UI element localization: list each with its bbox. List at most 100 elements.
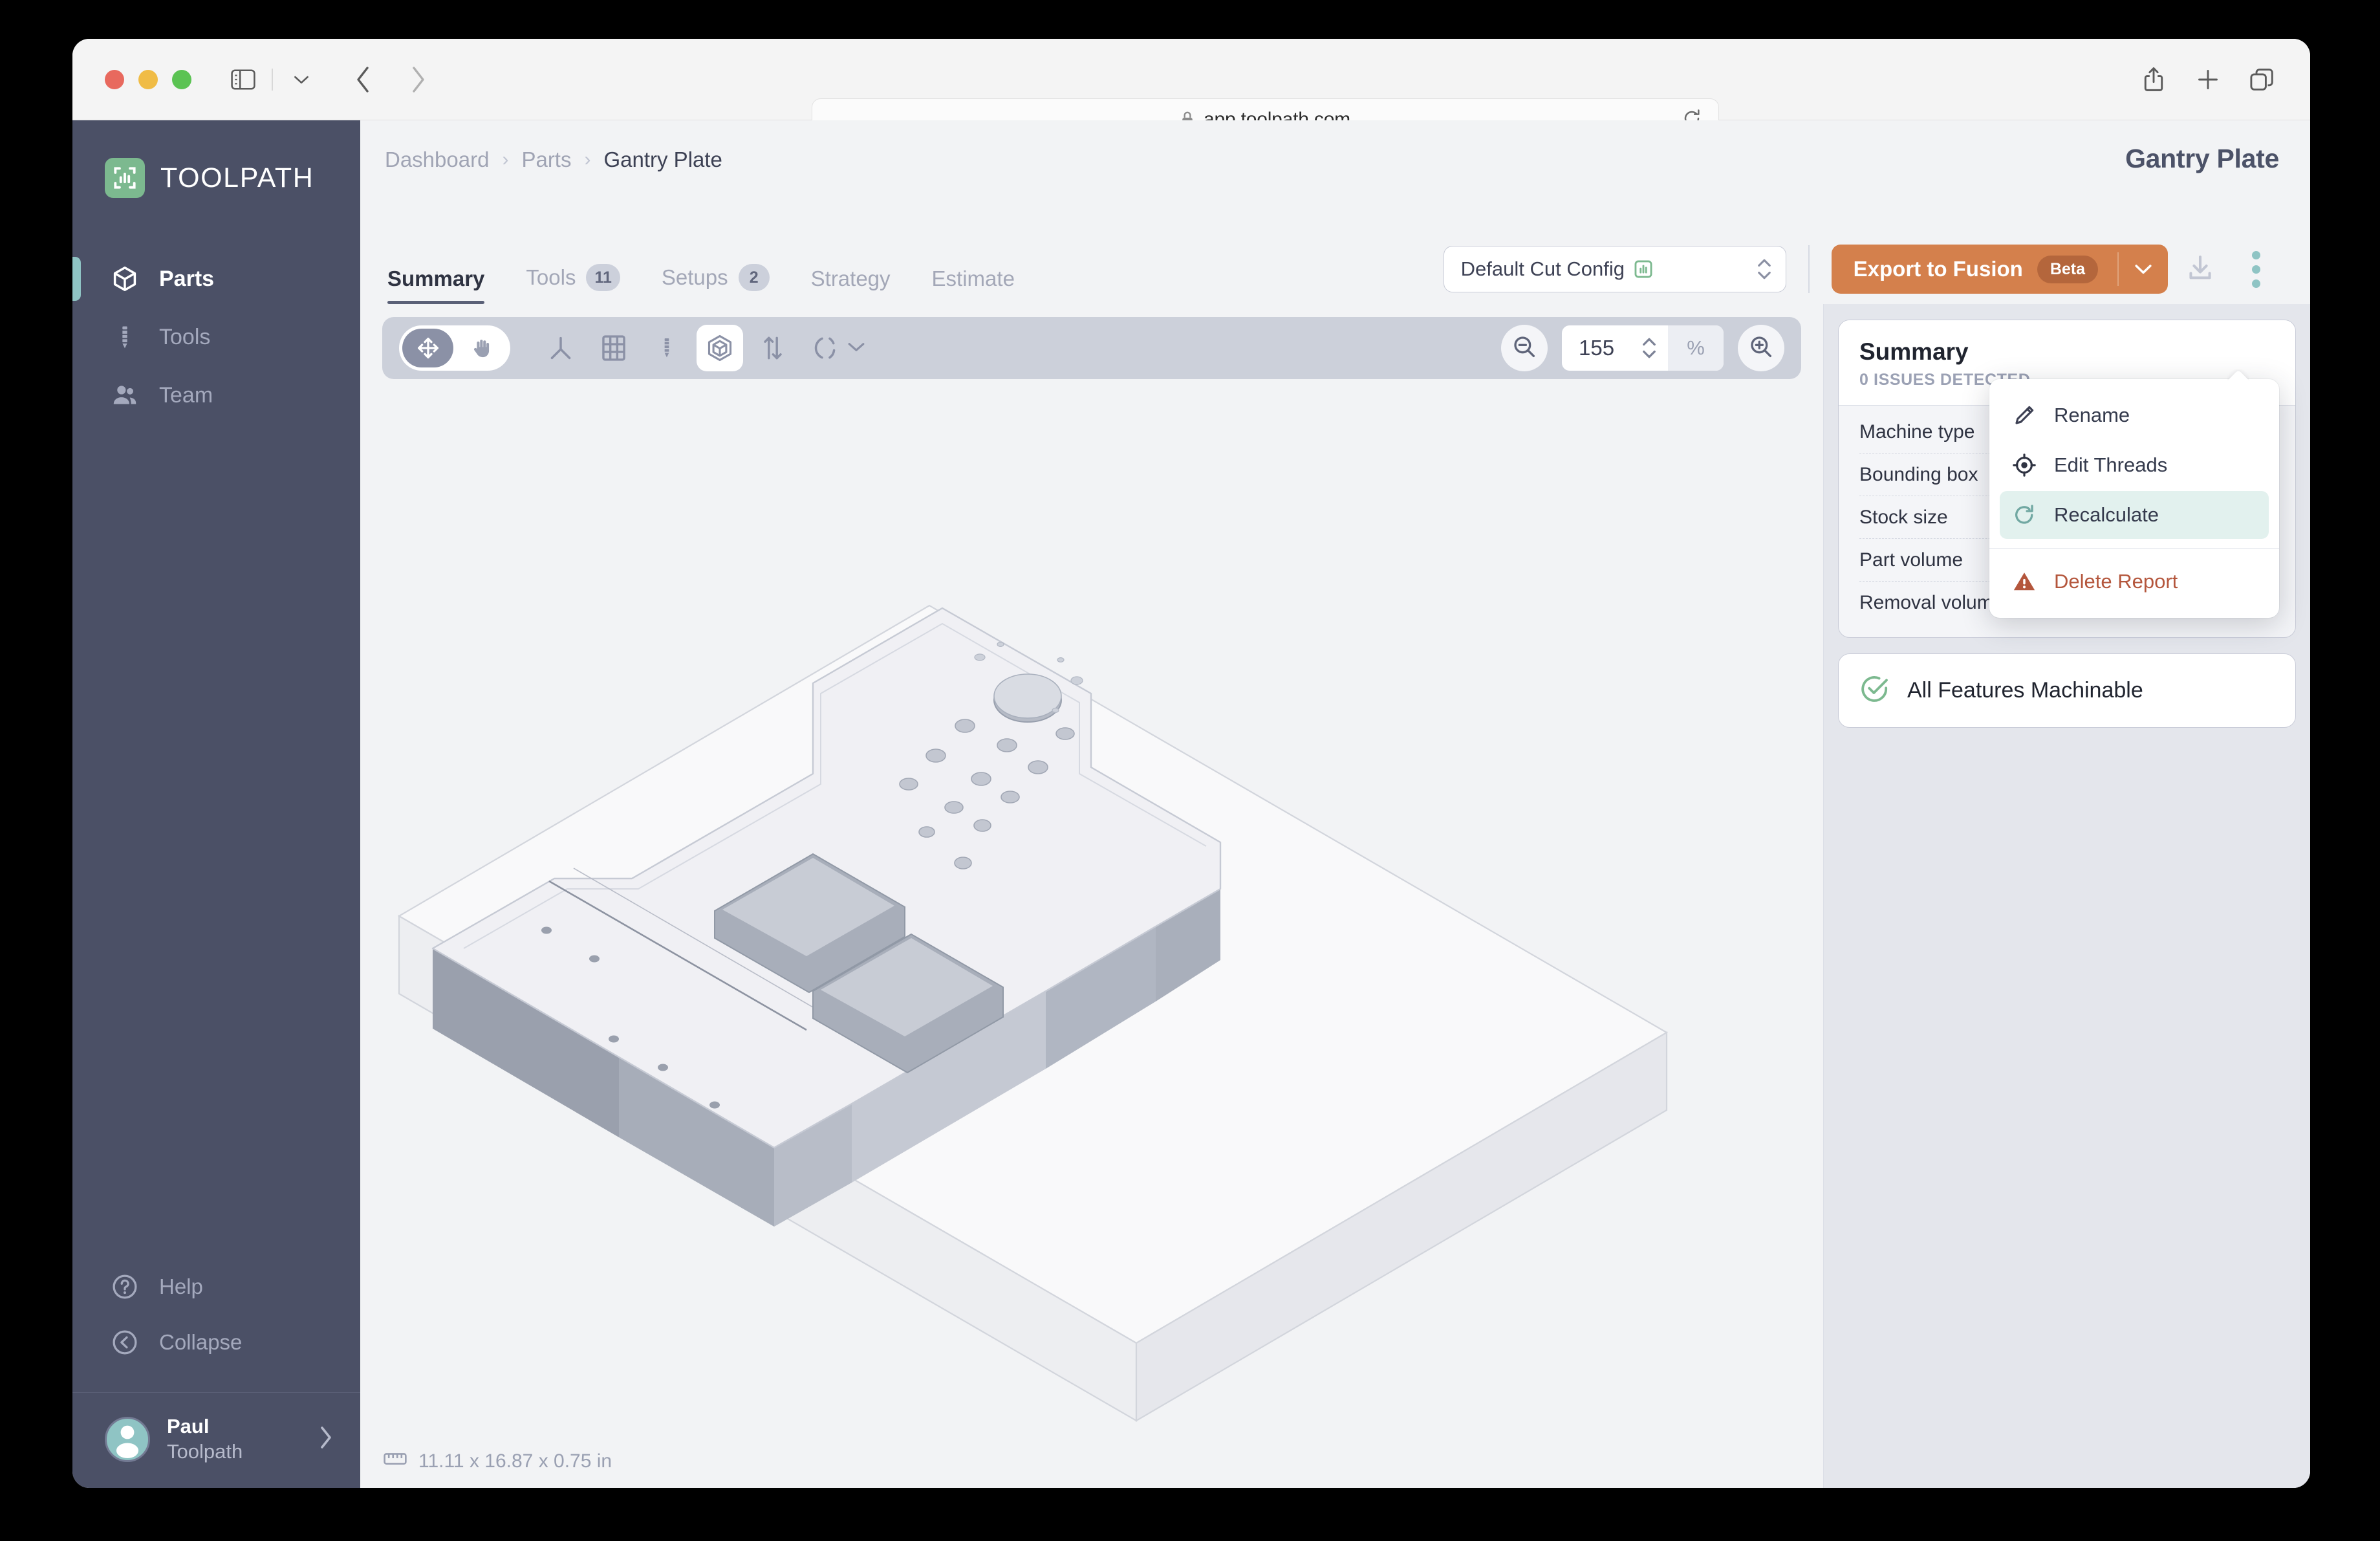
- back-chevron-icon[interactable]: [345, 61, 382, 98]
- user-org: Toolpath: [167, 1440, 243, 1463]
- topbar-actions: Default Cut Config Export to Fusion Beta: [1443, 245, 2279, 294]
- drill-bit-icon[interactable]: [644, 325, 690, 371]
- viewer-canvas[interactable]: [360, 379, 1823, 1488]
- zoom-in-button[interactable]: [1738, 325, 1784, 371]
- zoom-in-icon: [1748, 334, 1774, 363]
- menu-arrow: [2227, 369, 2249, 380]
- chevron-down-icon[interactable]: [2119, 245, 2168, 294]
- page-title: Gantry Plate: [2125, 144, 2279, 173]
- menu-item-rename[interactable]: Rename: [2000, 391, 2269, 439]
- sidebar-item-help[interactable]: Help: [72, 1259, 360, 1315]
- sidebar-toggle-icon[interactable]: [225, 61, 261, 98]
- refresh-icon: [2011, 503, 2037, 527]
- chrome-divider: [272, 68, 273, 91]
- grid-icon[interactable]: [590, 325, 637, 371]
- stock-cube-icon[interactable]: [697, 325, 743, 371]
- export-label: Export to Fusion: [1853, 257, 2023, 281]
- orbit-icon[interactable]: [803, 325, 849, 371]
- sidebar-item-tools[interactable]: Tools: [72, 308, 360, 366]
- minimize-window-button[interactable]: [138, 69, 158, 89]
- sidebar-item-collapse[interactable]: Collapse: [72, 1315, 360, 1370]
- sidebar-item-label: Parts: [159, 266, 215, 291]
- toolbar-divider: [1808, 245, 1810, 293]
- tab-summary[interactable]: Summary: [385, 267, 505, 304]
- menu-item-label: Edit Threads: [2054, 454, 2168, 476]
- stepper-updown-icon[interactable]: [1756, 255, 1773, 283]
- brand[interactable]: TOOLPATH: [72, 120, 360, 198]
- origin-axis-icon[interactable]: [537, 325, 584, 371]
- zoom-value[interactable]: 155: [1579, 336, 1627, 360]
- maximize-window-button[interactable]: [172, 69, 191, 89]
- share-icon[interactable]: [2136, 61, 2172, 98]
- chevron-right-icon[interactable]: [318, 1425, 333, 1454]
- sidebar-bottom-nav: Help Collapse: [72, 1259, 360, 1392]
- menu-item-edit-threads[interactable]: Edit Threads: [2000, 441, 2269, 489]
- breadcrumb-item-dashboard[interactable]: Dashboard: [385, 148, 489, 172]
- menu-item-label: Delete Report: [2054, 570, 2178, 593]
- hand-pan-icon[interactable]: [456, 329, 507, 367]
- sidebar-item-label: Tools: [159, 324, 211, 349]
- plus-icon[interactable]: [2190, 61, 2226, 98]
- zoom-controls: 155 %: [1501, 325, 1784, 371]
- tab-badge: 11: [586, 264, 620, 291]
- app-body: TOOLPATH Parts Tools Team Help Collapse …: [72, 120, 2310, 1488]
- tab-strategy[interactable]: Strategy: [790, 267, 911, 304]
- more-options-button[interactable]: [2233, 246, 2279, 292]
- breadcrumb-item-parts[interactable]: Parts: [521, 148, 571, 172]
- viewer-toolbar: 155 %: [382, 317, 1801, 379]
- warning-triangle-icon: [2011, 569, 2037, 594]
- cut-config-value: Default Cut Config: [1460, 257, 1625, 280]
- tab-tools[interactable]: Tools 11: [505, 264, 640, 304]
- menu-item-recalculate[interactable]: Recalculate: [2000, 491, 2269, 539]
- forward-chevron-icon[interactable]: [400, 61, 436, 98]
- cut-config-badge-icon: [1632, 258, 1654, 280]
- user-name: Paul: [167, 1415, 210, 1437]
- target-icon: [2011, 453, 2037, 477]
- move-arrows-icon[interactable]: [402, 329, 453, 367]
- flip-vertical-icon[interactable]: [750, 325, 796, 371]
- dimension-text: 11.11 x 16.87 x 0.75 in: [418, 1450, 612, 1472]
- chevron-left-circle-icon: [110, 1328, 140, 1357]
- row-key: Removal volume: [1859, 592, 2004, 613]
- sidebar-item-team[interactable]: Team: [72, 366, 360, 424]
- tab-overview-icon[interactable]: [2244, 61, 2280, 98]
- tab-label: Summary: [387, 267, 485, 290]
- stepper-updown-icon[interactable]: [1641, 334, 1658, 362]
- model-viewer: 155 % 11.11 x 16.87 x 0.75 in: [360, 304, 1824, 1488]
- tab-setups[interactable]: Setups 2: [641, 264, 790, 304]
- avatar-icon: [105, 1416, 150, 1462]
- sidebar-item-label: Help: [159, 1274, 203, 1298]
- download-button[interactable]: [2177, 246, 2223, 292]
- tab-label: Estimate: [931, 267, 1015, 290]
- download-icon: [2185, 253, 2215, 286]
- status-badge: All Features Machinable: [1907, 678, 2143, 703]
- status-card: All Features Machinable: [1838, 653, 2296, 728]
- viewer-mode-toggle[interactable]: [399, 325, 510, 371]
- part-3d-render: [397, 604, 1669, 1422]
- menu-item-label: Rename: [2054, 404, 2130, 426]
- sidebar-item-label: Collapse: [159, 1330, 243, 1354]
- app-sidebar: TOOLPATH Parts Tools Team Help Collapse …: [72, 120, 360, 1488]
- chevron-down-icon[interactable]: [283, 61, 319, 98]
- chevron-down-icon[interactable]: [847, 340, 866, 356]
- zoom-out-button[interactable]: [1501, 325, 1548, 371]
- row-key: Part volume: [1859, 549, 1964, 571]
- cut-config-select[interactable]: Default Cut Config: [1443, 246, 1786, 292]
- user-profile-row[interactable]: Paul Toolpath: [72, 1393, 360, 1488]
- sidebar-item-parts[interactable]: Parts: [72, 250, 360, 308]
- zoom-input-group[interactable]: 155 %: [1562, 325, 1724, 371]
- breadcrumb: Dashboard › Parts › Gantry Plate: [385, 120, 2279, 172]
- sidebar-nav: Parts Tools Team: [72, 250, 360, 424]
- export-to-fusion-button[interactable]: Export to Fusion Beta: [1831, 245, 2168, 294]
- close-window-button[interactable]: [105, 69, 124, 89]
- ruler-icon: [384, 1450, 407, 1472]
- kebab-menu-icon: [2251, 250, 2260, 288]
- topbar: Dashboard › Parts › Gantry Plate Gantry …: [360, 120, 2310, 245]
- summary-title: Summary: [1859, 338, 1969, 365]
- tab-estimate[interactable]: Estimate: [911, 267, 1035, 304]
- drill-bit-icon: [110, 322, 140, 352]
- question-circle-icon: [110, 1272, 140, 1302]
- tab-badge: 2: [738, 264, 770, 291]
- zoom-out-icon: [1511, 334, 1537, 363]
- menu-item-delete-report[interactable]: Delete Report: [2000, 558, 2269, 606]
